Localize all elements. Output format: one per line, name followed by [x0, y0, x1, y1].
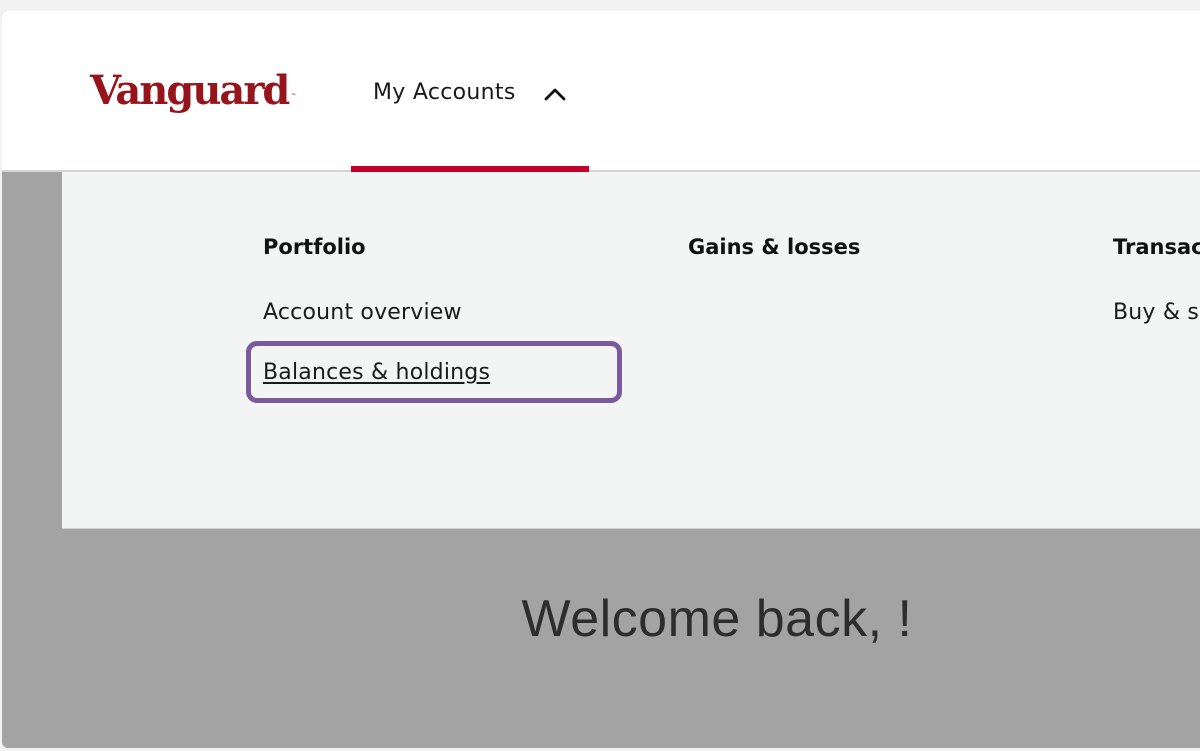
menu-heading-gains-losses: Gains & losses	[688, 235, 861, 259]
browser-viewport: Vanguard ™ My Accounts Portfolio Account …	[2, 11, 1200, 748]
nav-tab-label: My Accounts	[373, 80, 516, 105]
nav-tab-my-accounts[interactable]: My Accounts	[351, 11, 589, 172]
chevron-up-icon	[544, 88, 566, 101]
menu-link-buy-sell[interactable]: Buy & s	[1113, 300, 1199, 325]
site-header: Vanguard ™ My Accounts	[2, 11, 1200, 172]
welcome-heading: Welcome back, !	[521, 590, 913, 648]
menu-heading-portfolio: Portfolio	[263, 235, 366, 259]
vanguard-logo[interactable]: Vanguard ™	[90, 63, 297, 119]
logo-text: Vanguard	[90, 67, 290, 114]
accounts-mega-menu: Portfolio Account overview Balances & ho…	[62, 172, 1200, 529]
menu-link-account-overview[interactable]: Account overview	[263, 300, 462, 325]
menu-link-balances-holdings[interactable]: Balances & holdings	[263, 360, 490, 385]
trademark-mark: ™	[290, 93, 297, 100]
menu-heading-transactions: Transac	[1113, 235, 1200, 259]
